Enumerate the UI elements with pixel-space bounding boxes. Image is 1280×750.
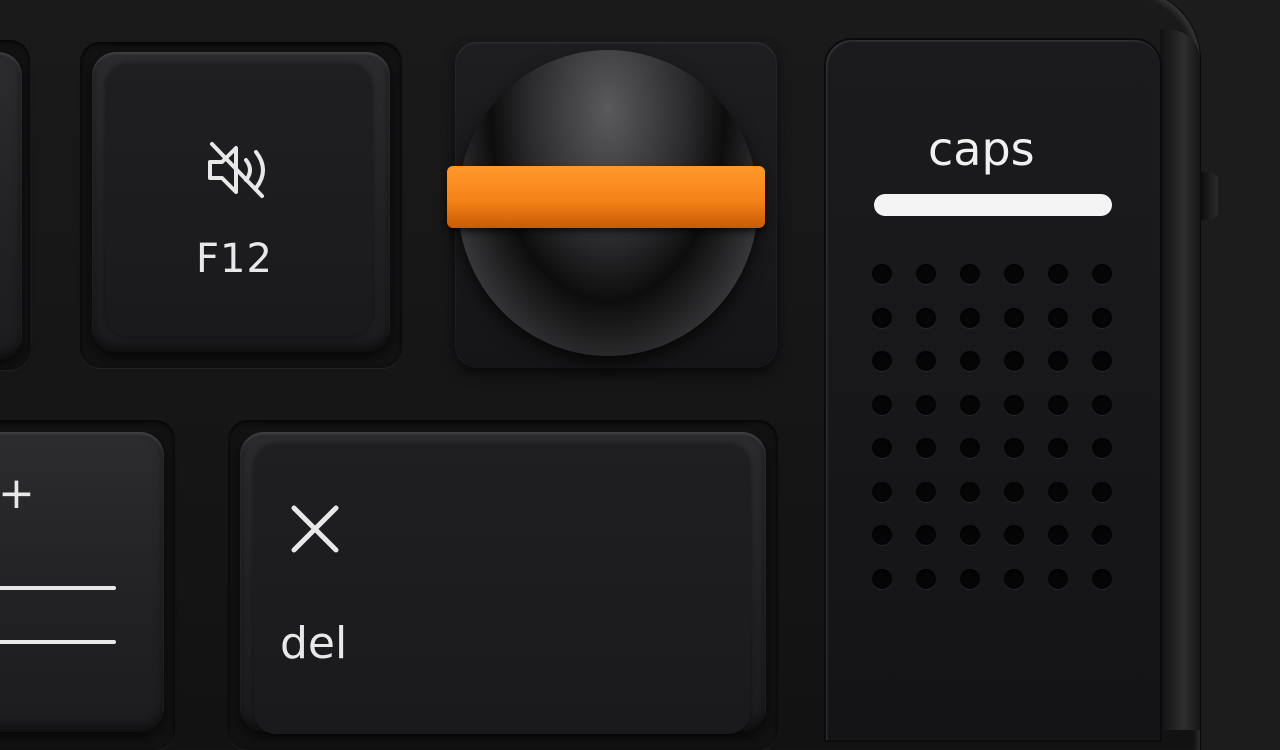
grille-hole [1004, 568, 1024, 589]
grille-hole [916, 351, 936, 371]
speaker-grille [872, 264, 1116, 600]
del-key-label: del [280, 618, 348, 669]
grille-hole [1048, 481, 1068, 502]
grille-hole [1092, 568, 1112, 589]
grille-hole [916, 307, 936, 328]
grille-hole [1048, 307, 1068, 328]
grille-hole [916, 438, 936, 458]
grille-hole [1048, 525, 1068, 545]
grille-hole [872, 307, 892, 328]
del-key-top [254, 444, 750, 734]
grille-hole [960, 264, 980, 284]
key-partial-left[interactable] [0, 52, 22, 360]
grille-hole [1004, 264, 1024, 284]
grille-hole [960, 481, 980, 502]
mute-speaker-icon [208, 142, 265, 198]
grille-hole [1048, 438, 1068, 458]
plus-key-line-upper [0, 586, 116, 590]
grille-hole [916, 525, 936, 545]
grille-hole [1048, 351, 1068, 371]
grille-hole [1004, 351, 1024, 371]
grille-hole [916, 394, 936, 415]
grille-hole [1048, 264, 1068, 284]
grille-hole [1004, 525, 1024, 545]
grille-hole [1092, 307, 1112, 328]
grille-hole [960, 568, 980, 589]
plus-key-line-lower [0, 640, 116, 644]
grille-hole [872, 351, 892, 371]
side-switch[interactable] [1200, 172, 1218, 220]
grille-hole [872, 481, 892, 502]
grille-hole [1092, 264, 1112, 284]
grille-hole [872, 525, 892, 545]
grille-hole [1092, 394, 1112, 415]
grille-hole [1004, 438, 1024, 458]
f12-key[interactable]: F12 [92, 52, 390, 352]
grille-hole [1004, 307, 1024, 328]
grille-hole [960, 525, 980, 545]
caps-lock-indicator [874, 194, 1112, 216]
grille-hole [872, 438, 892, 458]
del-key[interactable]: del [240, 432, 766, 734]
grille-hole [1048, 568, 1068, 589]
f12-key-top [106, 64, 372, 336]
grille-hole [1092, 481, 1112, 502]
plus-key[interactable]: + [0, 432, 164, 732]
plus-key-label: + [0, 468, 35, 519]
grille-hole [872, 264, 892, 284]
x-icon [291, 505, 339, 553]
grille-hole [872, 568, 892, 589]
grille-hole [916, 264, 936, 284]
grille-hole [960, 438, 980, 458]
grille-hole [960, 307, 980, 328]
grille-hole [1092, 438, 1112, 458]
knob-indicator-bar [447, 166, 765, 228]
grille-hole [1092, 525, 1112, 545]
grille-hole [960, 351, 980, 371]
grille-hole [1048, 394, 1068, 415]
caps-label: caps [928, 122, 1035, 176]
keyboard-chassis-edge [1160, 30, 1200, 730]
grille-hole [1004, 481, 1024, 502]
grille-hole [916, 568, 936, 589]
grille-hole [1004, 394, 1024, 415]
grille-hole [872, 394, 892, 415]
grille-hole [1092, 351, 1112, 371]
f12-key-label: F12 [196, 236, 273, 282]
grille-hole [960, 394, 980, 415]
grille-hole [916, 481, 936, 502]
